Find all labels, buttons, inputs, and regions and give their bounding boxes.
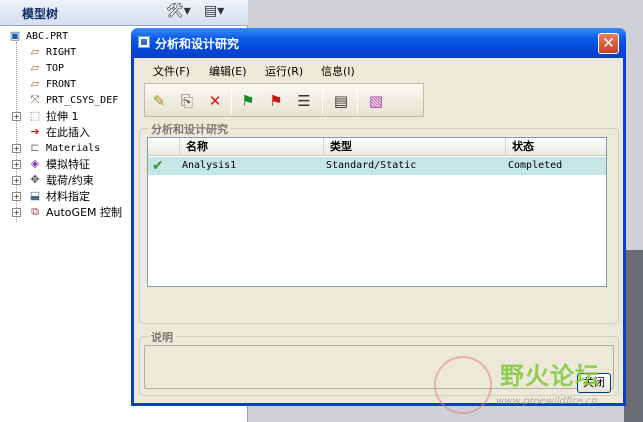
menu-file[interactable]: 文件(F) — [153, 63, 190, 79]
description-label: 说明 — [148, 329, 176, 345]
settings-tool-icon[interactable]: 🛠▾ — [166, 3, 191, 23]
analysis-dialog: 分析和设计研究 ✕ 文件(F) 编辑(E) 运行(R) 信息(I) ✎ ⎘ ✕ … — [131, 28, 626, 406]
watermark: 野火论坛 www.proewildfire.cn — [432, 354, 637, 416]
green-flag-icon[interactable]: ⚑ — [236, 89, 260, 113]
list-header: 名称 类型 状态 — [148, 138, 606, 156]
window-icon — [138, 36, 150, 48]
row-status: Completed — [508, 160, 563, 171]
close-window-button[interactable]: ✕ — [598, 33, 619, 54]
expand-icon[interactable]: + — [12, 192, 21, 201]
expand-icon[interactable]: + — [12, 112, 21, 121]
expand-icon[interactable]: + — [12, 144, 21, 153]
dialog-titlebar[interactable]: 分析和设计研究 ✕ — [131, 28, 626, 58]
check-icon: ✔ — [152, 158, 164, 174]
expand-icon[interactable]: + — [12, 176, 21, 185]
studies-list[interactable]: 名称 类型 状态 ✔ Analysis1 Standard/Static Com… — [147, 137, 607, 287]
delete-icon[interactable]: ✕ — [203, 89, 227, 113]
studies-group: 分析和设计研究 名称 类型 状态 ✔ Analysis1 Standard/St… — [139, 121, 619, 324]
red-flag-icon[interactable]: ⚑ — [264, 89, 288, 113]
table-row[interactable]: ✔ Analysis1 Standard/Static Completed — [148, 157, 606, 175]
insert-arrow-icon: ➔ — [30, 125, 40, 138]
menu-info[interactable]: 信息(I) — [321, 63, 355, 79]
extrude-icon: ⬚ — [29, 109, 41, 122]
column-name[interactable]: 名称 — [180, 138, 324, 156]
results-icon[interactable]: ▧ — [364, 89, 388, 113]
material-assign-icon: ⬓ — [29, 189, 41, 202]
row-name: Analysis1 — [182, 160, 237, 171]
part-icon: ▣ — [9, 29, 21, 42]
report-icon[interactable]: ▤ — [329, 89, 353, 113]
menu-edit[interactable]: 编辑(E) — [209, 63, 247, 79]
watermark-logo-icon — [434, 356, 492, 414]
copy-icon[interactable]: ⎘ — [175, 89, 199, 113]
toolbar: ✎ ⎘ ✕ ⚑ ⚑ ☰ ▤ ▧ — [144, 83, 424, 117]
datum-plane-icon: ▱ — [30, 61, 40, 74]
materials-icon: ⊏ — [30, 141, 40, 154]
expand-icon[interactable]: + — [12, 208, 21, 217]
row-type: Standard/Static — [326, 160, 417, 171]
datum-plane-icon: ▱ — [30, 77, 40, 90]
list-icon[interactable]: ☰ — [292, 89, 316, 113]
watermark-url: www.proewildfire.cn — [496, 396, 598, 407]
watermark-text: 野火论坛 — [500, 362, 600, 390]
load-constraint-icon: ✥ — [30, 173, 40, 186]
dialog-title: 分析和设计研究 — [155, 37, 240, 51]
model-tree-title: 模型树 — [22, 7, 59, 21]
csys-icon: ⤧ — [30, 93, 40, 106]
column-type[interactable]: 类型 — [324, 138, 506, 156]
menubar: 文件(F) 编辑(E) 运行(R) 信息(I) — [134, 58, 623, 82]
datum-plane-icon: ▱ — [30, 45, 40, 58]
studies-group-label: 分析和设计研究 — [148, 121, 231, 137]
autogem-icon: ⧉ — [31, 205, 39, 218]
pencil-icon[interactable]: ✎ — [147, 89, 171, 113]
column-status[interactable]: 状态 — [506, 138, 606, 156]
show-tool-icon[interactable]: ▤▾ — [204, 3, 224, 23]
expand-icon[interactable]: + — [12, 160, 21, 169]
simulation-feature-icon: ◈ — [30, 157, 40, 170]
dialog-client: 文件(F) 编辑(E) 运行(R) 信息(I) ✎ ⎘ ✕ ⚑ ⚑ ☰ ▤ ▧ … — [134, 58, 623, 403]
menu-run[interactable]: 运行(R) — [265, 63, 303, 79]
model-tree-header: 模型树 🛠▾ ▤▾ — [0, 0, 248, 26]
